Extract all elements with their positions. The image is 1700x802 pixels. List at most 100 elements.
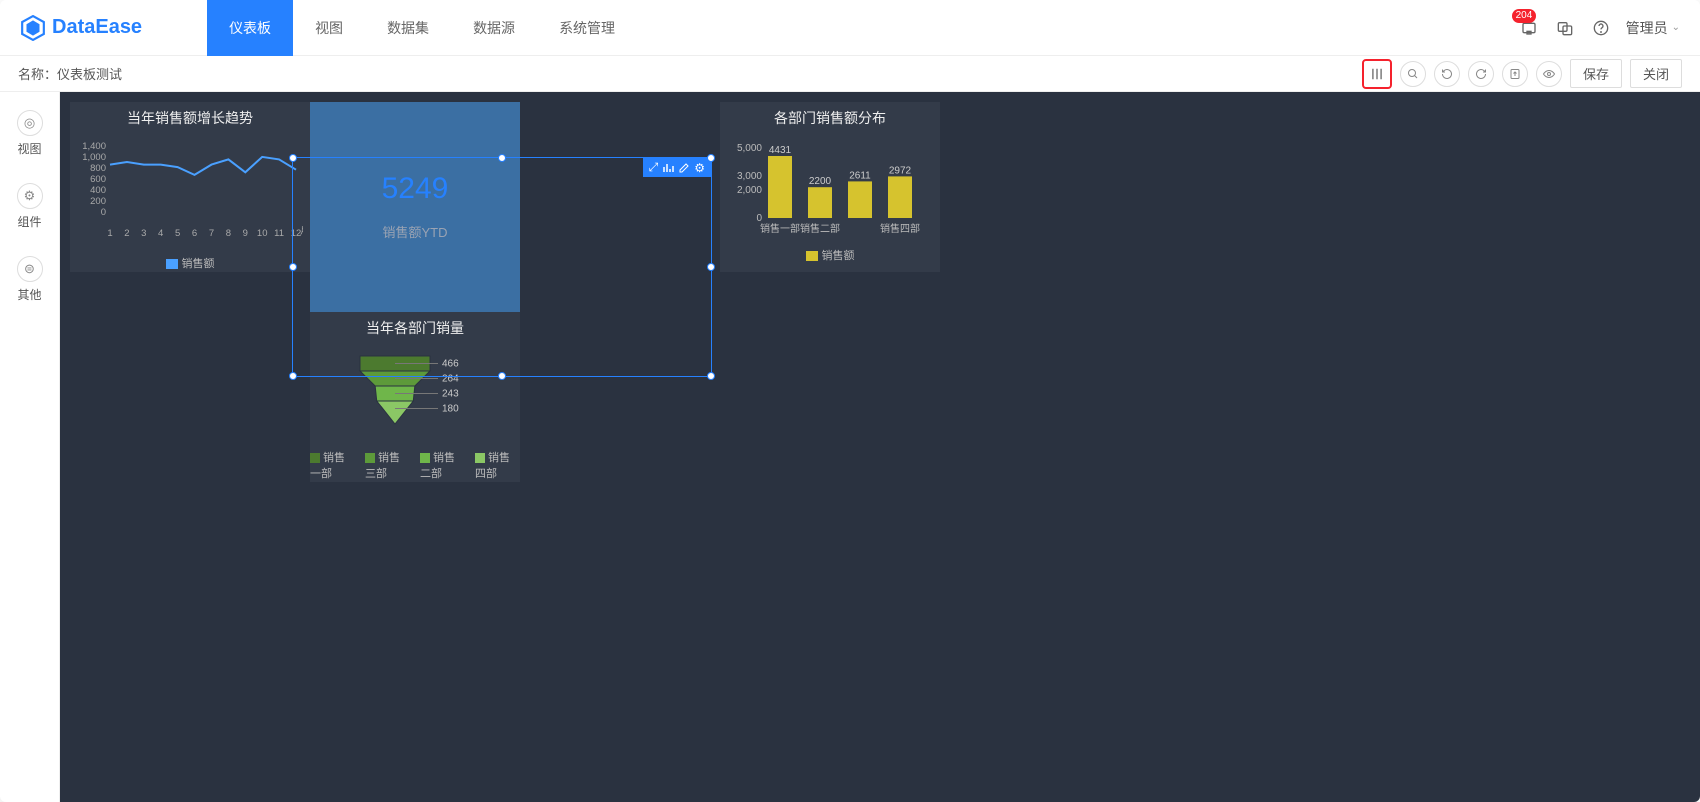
svg-text:1,000: 1,000	[82, 152, 106, 163]
help-icon[interactable]	[1590, 17, 1612, 39]
resize-handle-n[interactable]	[498, 154, 506, 162]
svg-text:600: 600	[90, 174, 106, 185]
language-icon[interactable]	[1554, 17, 1576, 39]
side-tab-component[interactable]: ⚙ 组件	[0, 175, 59, 238]
svg-text:销售二部: 销售二部	[800, 222, 840, 235]
user-label: 管理员	[1626, 18, 1668, 38]
svg-text:9: 9	[243, 228, 248, 239]
search-button[interactable]	[1400, 61, 1426, 87]
svg-text:2,000: 2,000	[737, 185, 762, 196]
nav-tab-dataset[interactable]: 数据集	[365, 0, 451, 56]
resize-handle-e[interactable]	[707, 263, 715, 271]
resize-handle-nw[interactable]	[289, 154, 297, 162]
line-legend: 销售额	[70, 255, 310, 271]
editor-body: ◎ 视图 ⚙ 组件 ⊜ 其他 当年销售额增长趋势 1,4001,00080060…	[0, 92, 1700, 802]
svg-text:0: 0	[756, 213, 762, 224]
nav-tabs: 仪表板 视图 数据集 数据源 系统管理	[207, 0, 637, 56]
panel-line-title: 当年销售额增长趋势	[70, 102, 310, 128]
funnel-legend: 销售一部销售三部销售二部销售四部	[310, 449, 520, 481]
resize-handle-w[interactable]	[289, 263, 297, 271]
svg-text:3: 3	[141, 228, 146, 239]
side-tab-other-label: 其他	[17, 286, 41, 303]
side-tab-other[interactable]: ⊜ 其他	[0, 248, 59, 311]
name-label: 名称：	[18, 64, 57, 83]
svg-text:8: 8	[226, 228, 231, 239]
editor-toolbar: 名称： 仪表板测试 保存 关闭	[0, 56, 1700, 92]
close-button[interactable]: 关闭	[1630, 59, 1682, 88]
svg-text:销售一部: 销售一部	[760, 222, 800, 235]
bars-icon[interactable]	[662, 160, 674, 175]
redo-button[interactable]	[1434, 61, 1460, 87]
bar-legend-swatch	[806, 251, 818, 261]
svg-text:2611: 2611	[849, 170, 871, 181]
resize-handle-se[interactable]	[707, 372, 715, 380]
selection-box[interactable]: ⤢ ⚙	[292, 157, 712, 377]
editor-actions: 保存 关闭	[1362, 59, 1682, 89]
save-button[interactable]: 保存	[1570, 59, 1622, 88]
side-tab-component-label: 组件	[17, 213, 41, 230]
left-side-panel: ◎ 视图 ⚙ 组件 ⊜ 其他	[0, 92, 60, 802]
panel-line-chart[interactable]: 当年销售额增长趋势 1,4001,0008006004002000 1 2 3 4 5 6…	[70, 102, 310, 272]
svg-text:5,000: 5,000	[737, 143, 762, 154]
bar-legend-label: 销售额	[822, 250, 855, 262]
svg-text:1,400: 1,400	[82, 141, 106, 152]
preview-button[interactable]	[1536, 61, 1562, 87]
dashboard-name: 仪表板测试	[57, 64, 122, 83]
nav-tab-system[interactable]: 系统管理	[537, 0, 637, 56]
brand-logo: DataEase	[20, 15, 142, 41]
svg-text:销售四部: 销售四部	[880, 222, 920, 235]
svg-text:200: 200	[90, 196, 106, 207]
svg-text:3,000: 3,000	[737, 171, 762, 182]
matrix-toggle-button[interactable]	[1362, 59, 1392, 89]
other-icon: ⊜	[17, 256, 43, 282]
expand-icon[interactable]: ⤢	[649, 160, 659, 175]
svg-text:1: 1	[107, 228, 112, 239]
view-icon: ◎	[17, 110, 43, 136]
panel-bar-title: 各部门销售额分布	[720, 102, 940, 128]
svg-text:6: 6	[192, 228, 197, 239]
panel-bar-chart[interactable]: 各部门销售额分布 5,0003,0002,0000 44312200261129…	[720, 102, 940, 272]
dashboard-canvas[interactable]: 当年销售额增长趋势 1,4001,0008006004002000 123456…	[60, 92, 1700, 802]
edit-icon[interactable]	[678, 160, 690, 175]
side-tab-view-label: 视图	[17, 140, 41, 157]
line-legend-label: 销售额	[182, 258, 215, 270]
svg-text:180: 180	[442, 404, 459, 415]
bar-chart-svg: 5,0003,0002,0000 4431220026112972 销售一部销售…	[720, 128, 940, 238]
bar-legend: 销售额	[720, 247, 940, 263]
svg-text:10: 10	[257, 228, 268, 239]
svg-text:2972: 2972	[889, 165, 912, 176]
resize-handle-s[interactable]	[498, 372, 506, 380]
nav-right: 204 管理员 ⌄	[1518, 17, 1680, 39]
svg-text:800: 800	[90, 163, 106, 174]
resize-handle-sw[interactable]	[289, 372, 297, 380]
nav-tab-dashboard[interactable]: 仪表板	[207, 0, 293, 56]
nav-tab-datasource[interactable]: 数据源	[451, 0, 537, 56]
svg-text:2200: 2200	[809, 176, 832, 187]
brand-logo-icon	[20, 15, 46, 41]
svg-text:7: 7	[209, 228, 214, 239]
side-tab-view[interactable]: ◎ 视图	[0, 102, 59, 165]
line-chart-body: 1,4001,0008006004002000 123456789101112 …	[70, 128, 310, 249]
svg-text:11: 11	[274, 228, 284, 239]
chevron-down-icon: ⌄	[1672, 22, 1680, 33]
svg-text:4: 4	[158, 228, 163, 239]
resize-handle-ne[interactable]	[707, 154, 715, 162]
svg-text:243: 243	[442, 389, 459, 400]
line-legend-swatch	[166, 259, 178, 269]
gear-icon: ⚙	[17, 183, 43, 209]
selection-toolbar: ⤢ ⚙	[643, 158, 711, 177]
brand-name: DataEase	[52, 16, 142, 39]
export-button[interactable]	[1502, 61, 1528, 87]
svg-text:400: 400	[90, 185, 106, 196]
nav-tab-view[interactable]: 视图	[293, 0, 365, 56]
notifications-badge: 204	[1512, 9, 1537, 23]
user-menu[interactable]: 管理员 ⌄	[1626, 18, 1680, 38]
svg-text:2: 2	[124, 228, 129, 239]
undo-button[interactable]	[1468, 61, 1494, 87]
svg-text:0: 0	[101, 207, 106, 218]
notifications-icon[interactable]: 204	[1518, 17, 1540, 39]
line-chart-svg: 1,4001,0008006004002000 123456789101112 …	[78, 136, 303, 246]
top-nav: DataEase 仪表板 视图 数据集 数据源 系统管理 204 管理员 ⌄	[0, 0, 1700, 56]
settings-icon[interactable]: ⚙	[694, 160, 705, 175]
svg-text:5: 5	[175, 228, 180, 239]
